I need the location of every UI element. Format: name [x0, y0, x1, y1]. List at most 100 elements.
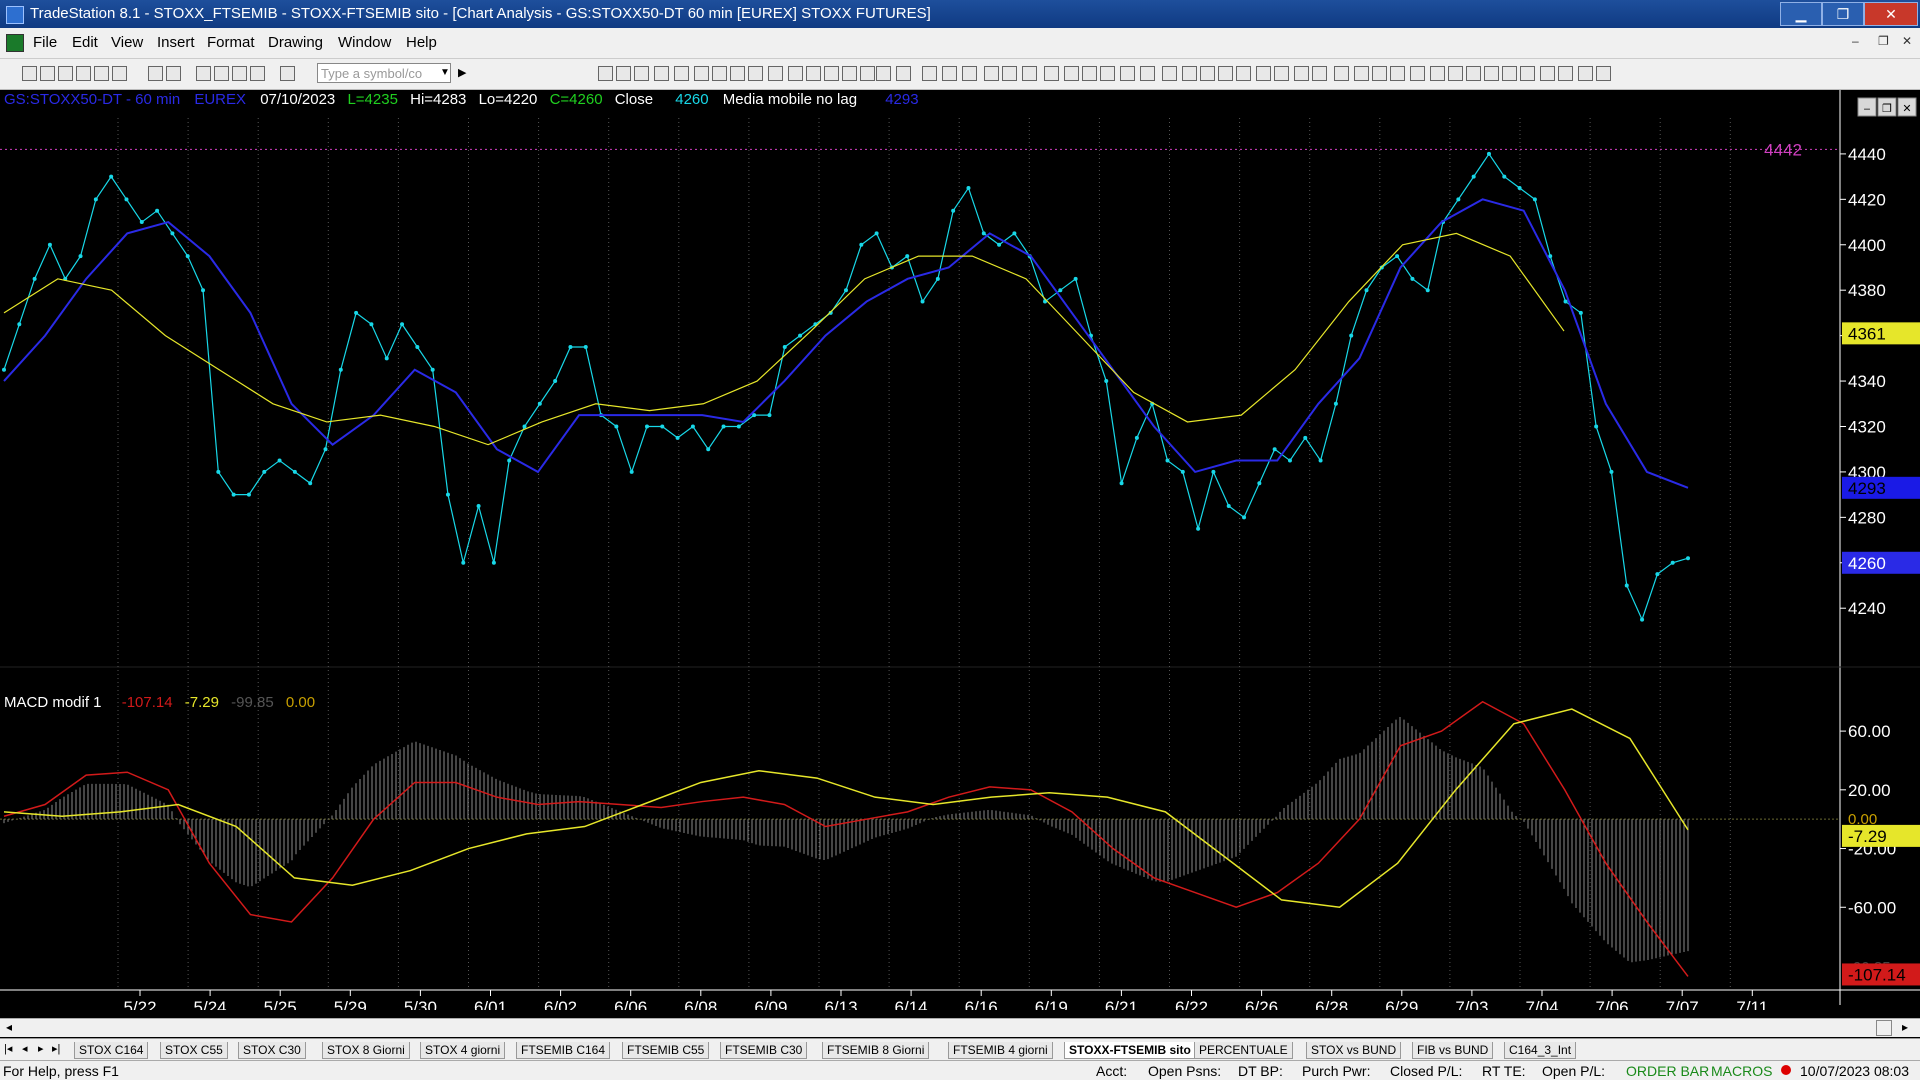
status-macros[interactable]: MACROS	[1711, 1063, 1772, 1079]
scroll-right-icon[interactable]: ▸	[1902, 1020, 1908, 1034]
toolbar-tool-icon[interactable]	[214, 66, 229, 81]
sheet-tab[interactable]: FTSEMIB 8 Giorni	[822, 1042, 930, 1059]
toolbar-tool-icon[interactable]	[1274, 66, 1289, 81]
status-order-bar[interactable]: ORDER BAR	[1626, 1063, 1709, 1079]
mdi-restore-button[interactable]: ❐	[1878, 34, 1889, 48]
toolbar-tool-icon[interactable]	[1294, 66, 1309, 81]
toolbar-tool-icon[interactable]	[76, 66, 91, 81]
toolbar-tool-icon[interactable]	[22, 66, 37, 81]
toolbar-tool-icon[interactable]	[1218, 66, 1233, 81]
toolbar-tool-icon[interactable]	[94, 66, 109, 81]
sheet-tab[interactable]: STOX C55	[160, 1042, 228, 1059]
toolbar-tool-icon[interactable]	[1064, 66, 1079, 81]
sheet-tab[interactable]: STOX 8 Giorni	[322, 1042, 410, 1059]
tab-nav-last-icon[interactable]: ▸|	[52, 1042, 60, 1055]
toolbar-tool-icon[interactable]	[1354, 66, 1369, 81]
toolbar-tool-icon[interactable]	[1256, 66, 1271, 81]
toolbar-tool-icon[interactable]	[280, 66, 295, 81]
toolbar-tool-icon[interactable]	[196, 66, 211, 81]
toolbar-tool-icon[interactable]	[922, 66, 937, 81]
sheet-tab[interactable]: STOXX-FTSEMIB sito	[1064, 1042, 1196, 1059]
toolbar-tool-icon[interactable]	[806, 66, 821, 81]
toolbar-tool-icon[interactable]	[1002, 66, 1017, 81]
toolbar-tool-icon[interactable]	[824, 66, 839, 81]
tab-nav-next-icon[interactable]: ▸	[38, 1042, 44, 1055]
toolbar-tool-icon[interactable]	[876, 66, 891, 81]
toolbar-tool-icon[interactable]	[1022, 66, 1037, 81]
menu-insert[interactable]: Insert	[157, 34, 195, 51]
toolbar-tool-icon[interactable]	[634, 66, 649, 81]
menu-window[interactable]: Window	[338, 34, 391, 51]
toolbar-tool-icon[interactable]	[58, 66, 73, 81]
toolbar-tool-icon[interactable]	[166, 66, 181, 81]
menu-view[interactable]: View	[111, 34, 143, 51]
close-button[interactable]: ✕	[1864, 2, 1918, 26]
menu-file[interactable]: File	[33, 34, 57, 51]
menu-drawing[interactable]: Drawing	[268, 34, 323, 51]
mdi-minimize-button[interactable]: ‒	[1852, 34, 1859, 48]
toolbar-tool-icon[interactable]	[1558, 66, 1573, 81]
toolbar-tool-icon[interactable]	[1120, 66, 1135, 81]
toolbar-tool-icon[interactable]	[1484, 66, 1499, 81]
toolbar-tool-icon[interactable]	[1540, 66, 1555, 81]
toolbar-tool-icon[interactable]	[712, 66, 727, 81]
menu-help[interactable]: Help	[406, 34, 437, 51]
toolbar-tool-icon[interactable]	[250, 66, 265, 81]
toolbar-tool-icon[interactable]	[1502, 66, 1517, 81]
toolbar-tool-icon[interactable]	[1520, 66, 1535, 81]
sheet-tab[interactable]: FIB vs BUND	[1412, 1042, 1494, 1059]
sheet-tab[interactable]: STOX C164	[74, 1042, 149, 1059]
sheet-tab[interactable]: C164_3_Int	[1504, 1042, 1577, 1059]
toolbar-tool-icon[interactable]	[598, 66, 613, 81]
toolbar-tool-icon[interactable]	[1312, 66, 1327, 81]
toolbar-tool-icon[interactable]	[616, 66, 631, 81]
toolbar-tool-icon[interactable]	[1100, 66, 1115, 81]
toolbar-tool-icon[interactable]	[730, 66, 745, 81]
tab-nav-prev-icon[interactable]: ◂	[22, 1042, 28, 1055]
toolbar-tool-icon[interactable]	[112, 66, 127, 81]
toolbar-tool-icon[interactable]	[1390, 66, 1405, 81]
toolbar-tool-icon[interactable]	[860, 66, 875, 81]
toolbar-tool-icon[interactable]	[1430, 66, 1445, 81]
sheet-tab[interactable]: FTSEMIB 4 giorni	[948, 1042, 1053, 1059]
toolbar-tool-icon[interactable]	[1162, 66, 1177, 81]
menu-format[interactable]: Format	[207, 34, 255, 51]
toolbar-tool-icon[interactable]	[984, 66, 999, 81]
toolbar-tool-icon[interactable]	[768, 66, 783, 81]
toolbar-tool-icon[interactable]	[1578, 66, 1593, 81]
toolbar-tool-icon[interactable]	[1372, 66, 1387, 81]
toolbar-tool-icon[interactable]	[40, 66, 55, 81]
toolbar-tool-icon[interactable]	[962, 66, 977, 81]
sheet-tab[interactable]: FTSEMIB C30	[720, 1042, 808, 1059]
menu-edit[interactable]: Edit	[72, 34, 98, 51]
toolbar-tool-icon[interactable]	[654, 66, 669, 81]
toolbar-tool-icon[interactable]	[896, 66, 911, 81]
toolbar-tool-icon[interactable]	[1410, 66, 1425, 81]
toolbar-tool-icon[interactable]	[1596, 66, 1611, 81]
sheet-tab[interactable]: FTSEMIB C164	[516, 1042, 611, 1059]
toolbar-tool-icon[interactable]	[674, 66, 689, 81]
chart-svg[interactable]: 4440442044004380436043404320430042804260…	[0, 90, 1920, 1017]
toolbar-tool-icon[interactable]	[942, 66, 957, 81]
tab-nav-first-icon[interactable]: |◂	[4, 1042, 12, 1055]
chart-window-icon[interactable]	[6, 34, 24, 52]
toolbar-tool-icon[interactable]	[842, 66, 857, 81]
symbol-dropdown-icon[interactable]: ▼	[440, 67, 450, 78]
symbol-input[interactable]: Type a symbol/co	[317, 63, 451, 83]
scroll-thumb[interactable]	[1876, 1020, 1892, 1036]
sheet-tab[interactable]: PERCENTUALE	[1194, 1042, 1293, 1059]
toolbar-tool-icon[interactable]	[748, 66, 763, 81]
minimize-button[interactable]: ▁	[1780, 2, 1822, 26]
toolbar-tool-icon[interactable]	[1334, 66, 1349, 81]
toolbar-tool-icon[interactable]	[788, 66, 803, 81]
chart-area[interactable]: 4440442044004380436043404320430042804260…	[0, 90, 1920, 1017]
mdi-close-button[interactable]: ✕	[1902, 34, 1912, 48]
toolbar-tool-icon[interactable]	[1082, 66, 1097, 81]
toolbar-tool-icon[interactable]	[694, 66, 709, 81]
toolbar-tool-icon[interactable]	[1044, 66, 1059, 81]
restore-button[interactable]: ❐	[1822, 2, 1864, 26]
go-arrow-icon[interactable]: ▶	[458, 66, 466, 79]
toolbar-tool-icon[interactable]	[1236, 66, 1251, 81]
toolbar-tool-icon[interactable]	[232, 66, 247, 81]
sheet-tab[interactable]: FTSEMIB C55	[622, 1042, 710, 1059]
